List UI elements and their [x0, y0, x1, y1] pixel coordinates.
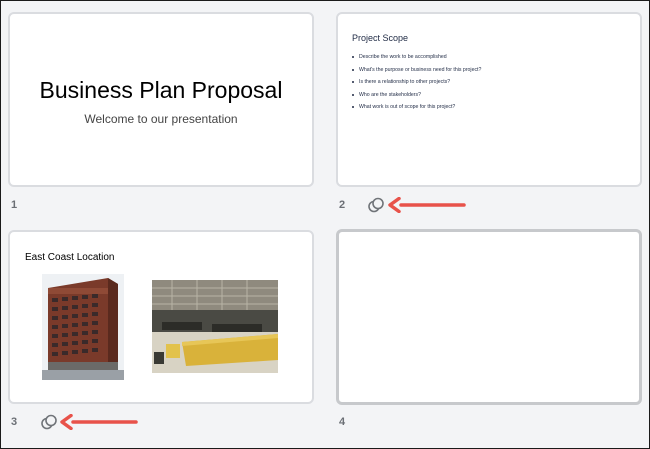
slide-number: 4 — [339, 416, 346, 428]
slide-title: Business Plan Proposal — [39, 77, 283, 103]
bullet-item: Who are the stakeholders? — [352, 92, 481, 105]
office-photo — [152, 280, 278, 373]
bullet-item: Is there a relationship to other project… — [352, 79, 481, 92]
slide-title: Project Scope — [352, 33, 409, 43]
slide-thumbnail-1[interactable]: Business Plan Proposal Welcome to our pr… — [8, 12, 314, 187]
annotation-arrow — [60, 414, 138, 430]
transition-icon[interactable] — [367, 196, 385, 214]
slide-title: East Coast Location — [25, 252, 115, 263]
slide-thumbnail-3[interactable]: East Coast Location — [8, 230, 314, 404]
slide-number: 1 — [11, 199, 18, 211]
slide-subtitle: Welcome to our presentation — [84, 112, 238, 126]
transition-icon[interactable] — [40, 413, 58, 431]
slide-number: 2 — [339, 199, 346, 211]
building-photo — [42, 274, 124, 380]
slide-thumbnail-4[interactable] — [336, 229, 642, 405]
bullet-item: Describe the work to be accomplished — [352, 54, 481, 67]
slide-thumbnail-2[interactable]: Project Scope Describe the work to be ac… — [336, 12, 642, 187]
slide-sorter-view: Business Plan Proposal Welcome to our pr… — [0, 0, 650, 449]
bullet-item: What work is out of scope for this proje… — [352, 104, 481, 117]
annotation-arrow — [388, 197, 466, 213]
slide-number: 3 — [11, 416, 18, 428]
bullet-item: What's the purpose or business need for … — [352, 67, 481, 80]
bullet-list: Describe the work to be accomplished Wha… — [352, 54, 481, 117]
